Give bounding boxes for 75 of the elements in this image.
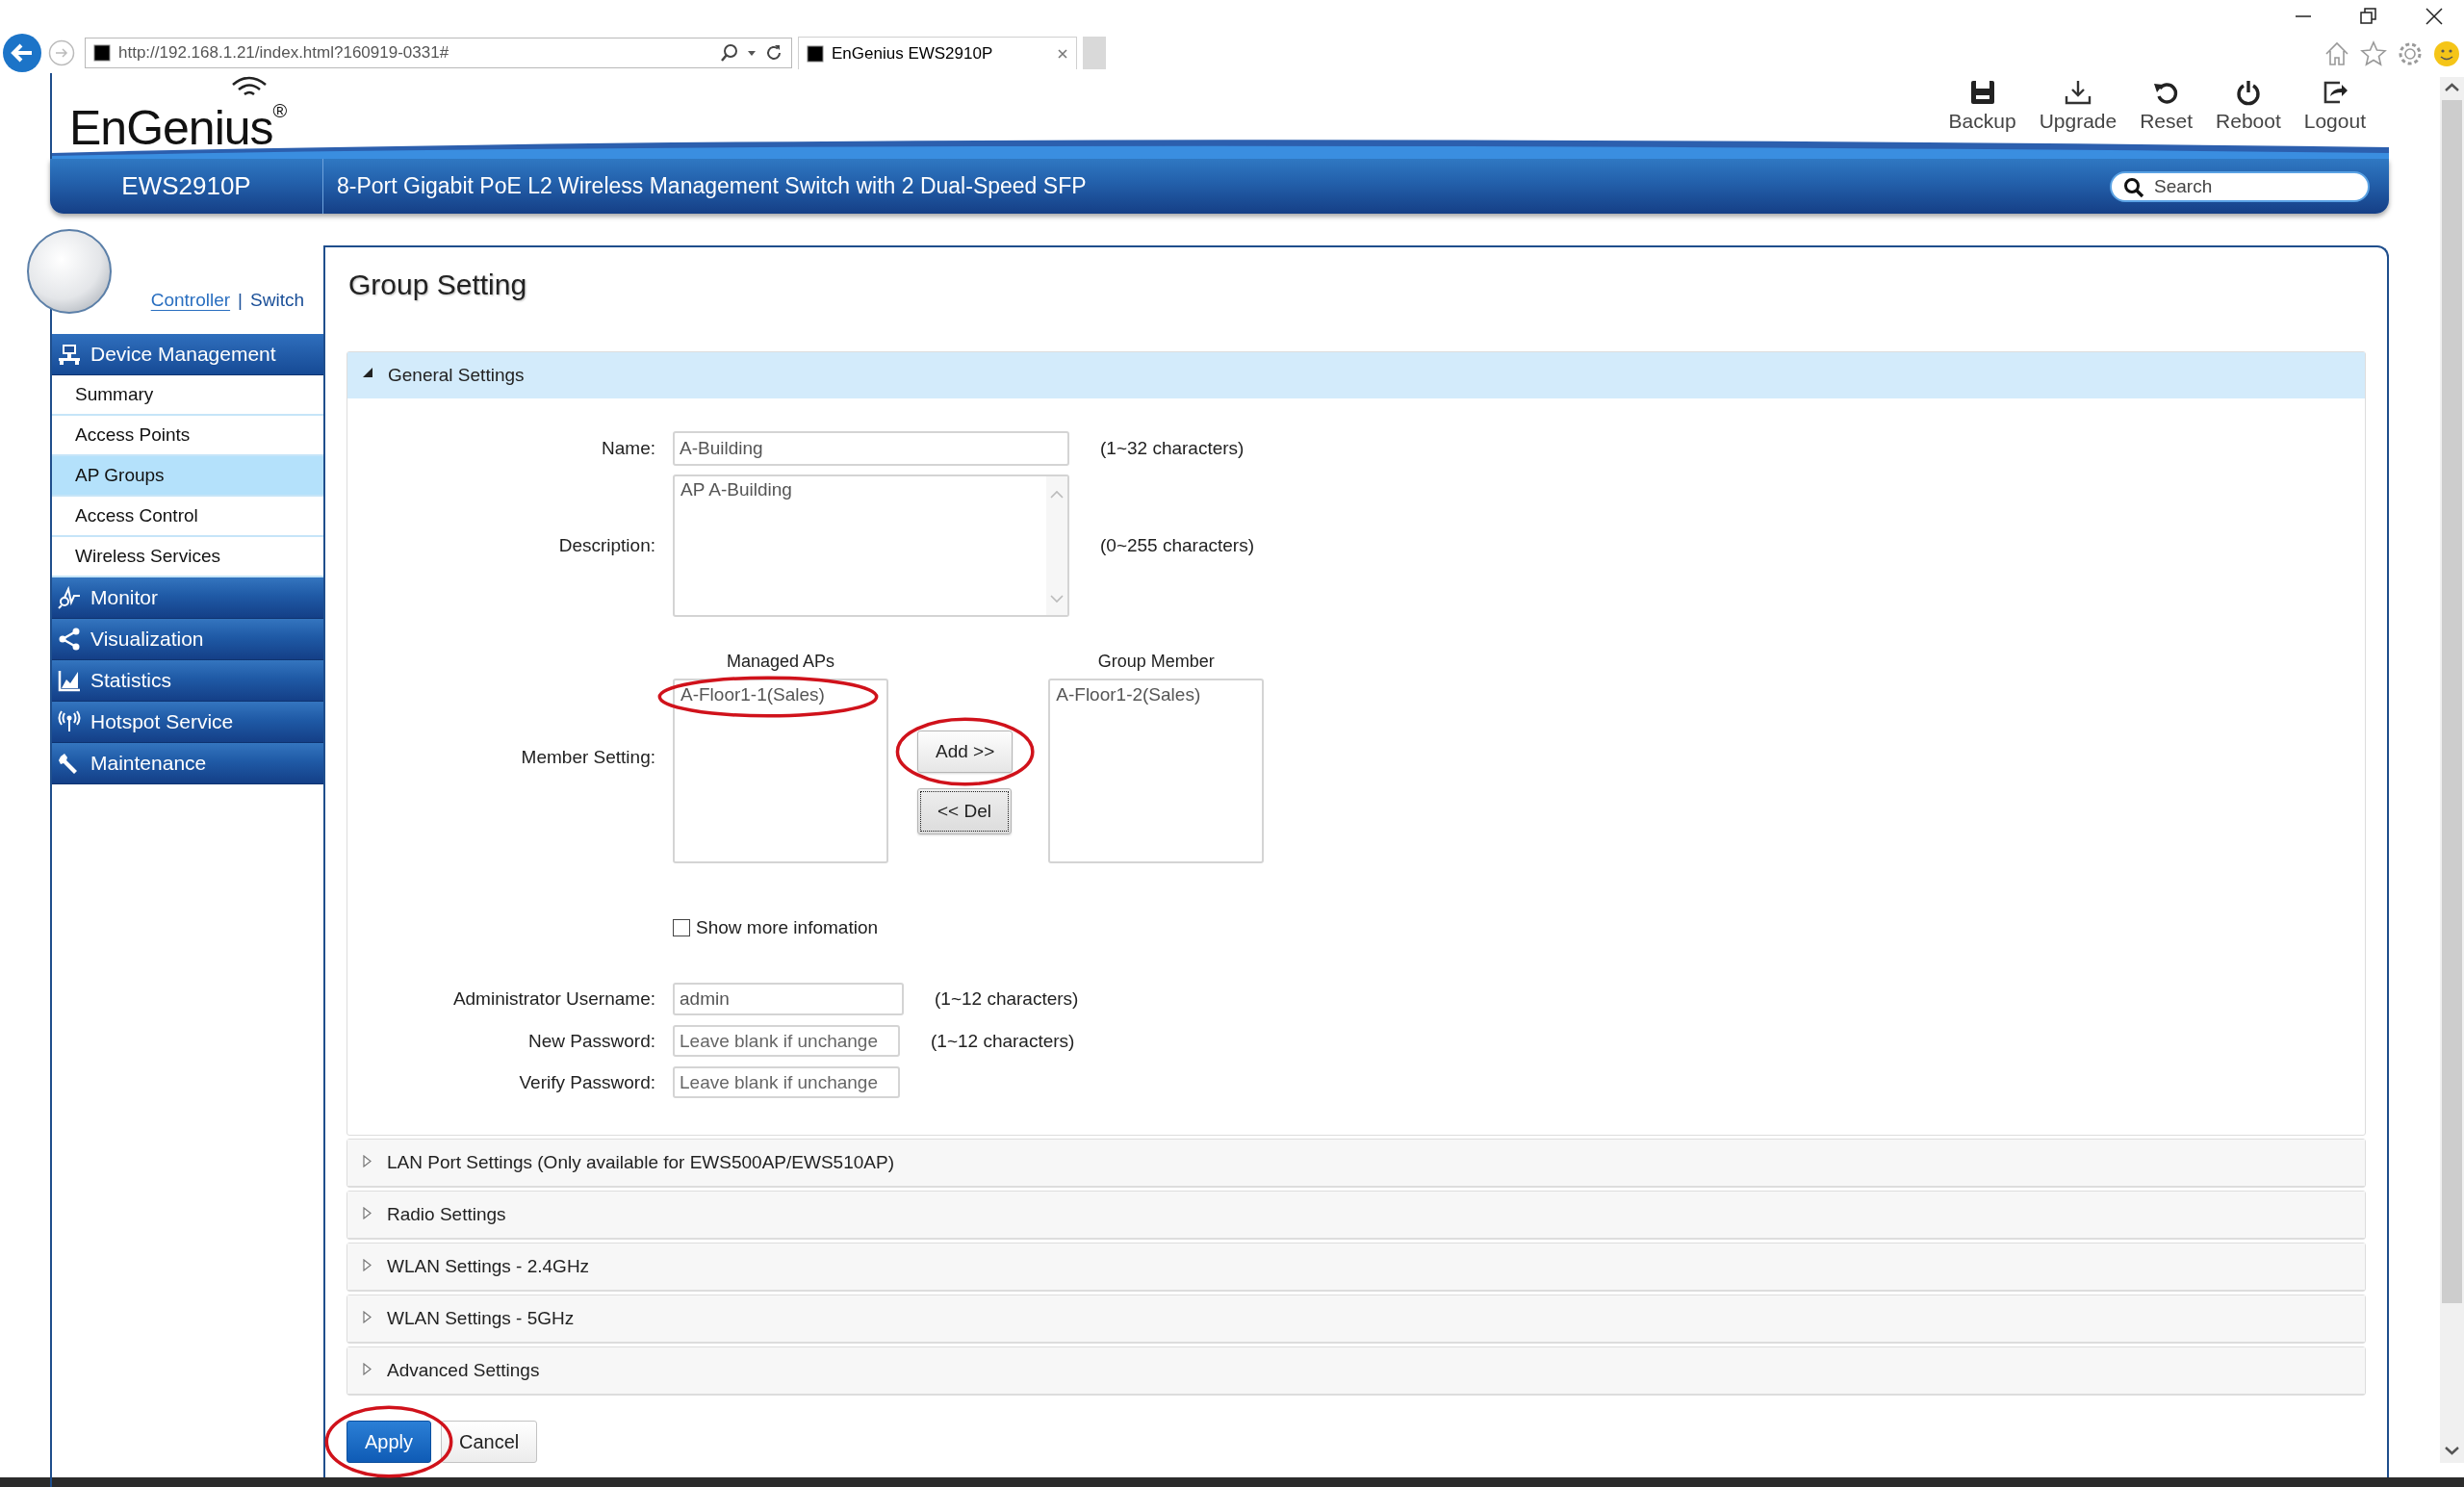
page-icon: [807, 44, 824, 63]
password-field[interactable]: Leave blank if unchange: [673, 1066, 900, 1098]
computer-icon: [58, 343, 81, 366]
field-label: New Password:: [527, 1030, 655, 1052]
home-icon[interactable]: [2323, 40, 2350, 67]
address-field[interactable]: http://192.168.1.21/index.html?160919-0331#: [85, 38, 792, 68]
separator: |: [238, 290, 244, 311]
section-header[interactable]: WLAN Settings - 5GHz: [347, 1295, 2365, 1343]
list-option[interactable]: A-Floor1-2(Sales): [1056, 684, 1257, 705]
logo: EnGenius$^{®}$: [69, 81, 287, 158]
text-field[interactable]: admin: [673, 983, 904, 1015]
list-box[interactable]: A-Floor1-1(Sales): [673, 679, 888, 863]
field-label: Administrator Username:: [451, 988, 655, 1010]
chart-icon: [58, 669, 81, 692]
page-title: Group Setting: [348, 269, 528, 301]
nav-section[interactable]: Hotspot Service: [52, 702, 323, 743]
section-header[interactable]: WLAN Settings - 2.4GHz: [347, 1243, 2365, 1291]
smiley-icon[interactable]: [2433, 40, 2460, 67]
section-header[interactable]: LAN Port Settings (Only available for EWS500AP/EWS510AP): [347, 1140, 2365, 1187]
field-label: Description:: [557, 535, 655, 556]
scrollbar[interactable]: [2440, 77, 2464, 1463]
device-model: EWS2910P: [50, 159, 323, 214]
field-hint: (1~32 characters): [1099, 438, 1245, 459]
checkbox-label[interactable]: Show more infomation: [673, 917, 879, 938]
search-icon: [2123, 176, 2144, 198]
list-box[interactable]: A-Floor1-2(Sales): [1048, 679, 1265, 863]
scrollbar[interactable]: [1046, 476, 1067, 615]
share-icon: [58, 628, 81, 651]
antenna-icon: [58, 710, 81, 733]
list-title: Managed APs: [726, 652, 835, 673]
checkbox[interactable]: [673, 919, 690, 936]
browser-tab[interactable]: EnGenius EWS2910P: [798, 37, 1077, 69]
add-button[interactable]: Add >>: [917, 731, 1014, 773]
caret-icon[interactable]: [747, 48, 757, 58]
restore-icon[interactable]: [2358, 6, 2379, 27]
field-label: Verify Password:: [518, 1071, 655, 1093]
toolbar-button[interactable]: Backup: [1944, 79, 2020, 133]
settings-icon[interactable]: [2397, 40, 2424, 67]
back-icon[interactable]: [2, 33, 42, 73]
search-icon[interactable]: [720, 43, 739, 63]
pulse-magnifier-icon: [58, 586, 81, 609]
field-hint: (1~12 characters): [934, 988, 1080, 1010]
cancel-button[interactable]: Cancel: [441, 1421, 538, 1463]
text-field[interactable]: A-Building: [673, 431, 1069, 466]
field-hint: (0~255 characters): [1099, 535, 1255, 556]
search-field[interactable]: Search: [2110, 170, 2370, 202]
section-header[interactable]: Advanced Settings: [347, 1347, 2365, 1395]
page-icon: [93, 44, 111, 62]
nav-section[interactable]: Monitor: [52, 577, 323, 619]
description-field[interactable]: AP A-Building: [673, 474, 1069, 617]
close-icon[interactable]: [2424, 6, 2445, 27]
toolbar-button[interactable]: Reset: [2136, 79, 2197, 133]
refresh-icon[interactable]: [764, 43, 783, 63]
password-field[interactable]: Leave blank if unchange: [673, 1025, 900, 1057]
nav-item[interactable]: AP Groups: [52, 456, 323, 497]
nav-section[interactable]: Visualization: [52, 619, 323, 660]
list-title: Group Member: [1097, 652, 1215, 673]
mode-link[interactable]: Controller: [150, 290, 231, 311]
star-icon[interactable]: [2360, 40, 2387, 67]
toolbar-button[interactable]: Logout: [2299, 79, 2370, 133]
nav-section[interactable]: Maintenance: [52, 743, 323, 784]
field-label: Member Setting:: [520, 747, 655, 768]
download-icon: [2063, 79, 2092, 106]
nav-section[interactable]: Statistics: [52, 660, 323, 702]
mode-link[interactable]: Switch: [250, 290, 304, 311]
device-description: 8-Port Gigabit PoE L2 Wireless Management Switch with 2 Dual-Speed SFP: [336, 173, 1088, 199]
section-header[interactable]: General Settings: [347, 352, 2365, 398]
nav-section[interactable]: Device Management: [52, 334, 323, 375]
apply-button[interactable]: Apply: [346, 1421, 432, 1463]
section-header[interactable]: Radio Settings: [347, 1192, 2365, 1239]
field-label: Name:: [601, 438, 655, 459]
remove-button[interactable]: << Del: [917, 788, 1012, 834]
toolbar-button[interactable]: Upgrade: [2035, 79, 2121, 133]
field-hint: (1~12 characters): [930, 1030, 1076, 1052]
toolbar-button[interactable]: Reboot: [2212, 79, 2285, 133]
